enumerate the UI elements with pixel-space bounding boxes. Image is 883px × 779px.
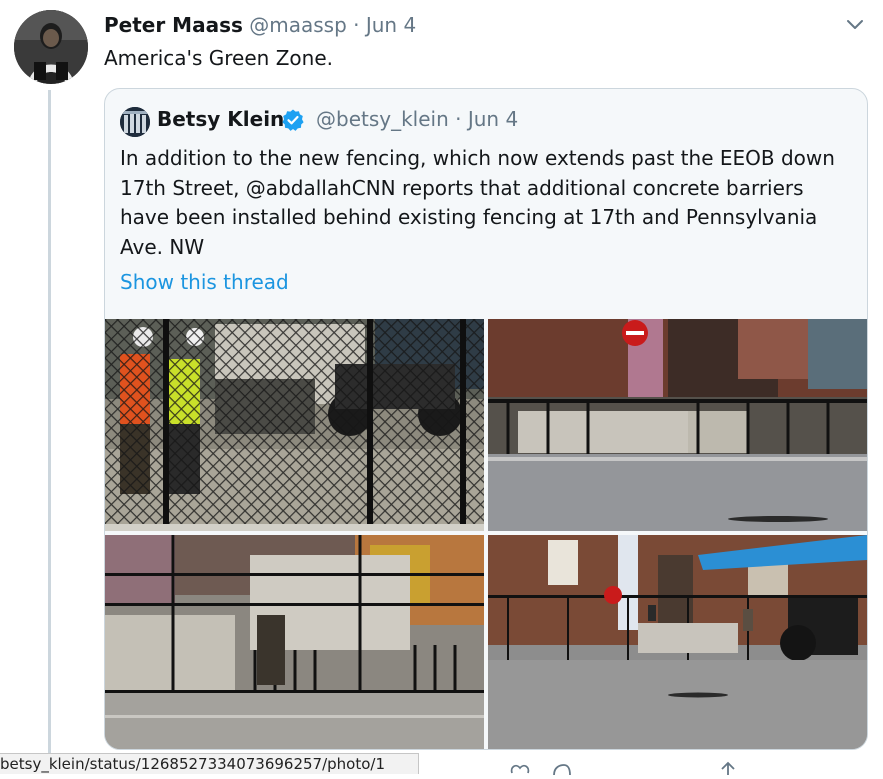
- show-thread-link[interactable]: Show this thread: [120, 269, 289, 295]
- barrier-closeup-photo: [105, 535, 484, 749]
- quoted-text-line: have been installed behind existing fenc…: [120, 205, 818, 229]
- tweet-text: America's Green Zone.: [104, 46, 333, 70]
- photo-grid: [105, 319, 867, 749]
- tweet-date[interactable]: Jun 4: [366, 13, 416, 37]
- share-icon[interactable]: [716, 760, 740, 775]
- verified-badge-icon: [281, 108, 305, 132]
- author-handle[interactable]: @maassp: [249, 13, 347, 37]
- quoted-author-handle[interactable]: @betsy_klein: [316, 107, 449, 131]
- quoted-date[interactable]: Jun 4: [468, 107, 518, 131]
- tweet-header: Peter Maass @maassp · Jun 4: [104, 12, 416, 38]
- quoted-text-line: In addition to the new fencing, which no…: [120, 146, 835, 170]
- quoted-text-line: 17th Street, @abdallahCNN reports that a…: [120, 175, 804, 200]
- author-name[interactable]: Peter Maass: [104, 13, 243, 37]
- avatar[interactable]: [14, 10, 88, 84]
- browser-status-bar: betsy_klein/status/1268527334073696257/p…: [0, 753, 419, 774]
- chevron-down-icon[interactable]: [845, 14, 865, 34]
- quoted-tweet-card[interactable]: Betsy Klein @betsy_klein · Jun 4 In addi…: [104, 88, 868, 750]
- photo-3[interactable]: [105, 535, 484, 749]
- photo-2[interactable]: [488, 319, 867, 531]
- quoted-text-line: Ave. NW: [120, 234, 205, 259]
- quoted-author-name[interactable]: Betsy Klein: [157, 106, 284, 132]
- workers-fence-photo: [105, 319, 484, 531]
- reply-icon[interactable]: [550, 760, 574, 776]
- header-separator: ·: [353, 13, 360, 37]
- heart-icon[interactable]: [508, 760, 532, 774]
- photo-1[interactable]: [105, 319, 484, 531]
- thread-connector-line: [48, 90, 51, 773]
- photo-4[interactable]: [488, 535, 867, 749]
- barriers-street-photo: [488, 319, 867, 531]
- quoted-avatar[interactable]: [120, 107, 150, 137]
- quoted-tweet-text: In addition to the new fencing, which no…: [120, 144, 855, 262]
- quoted-meta: @betsy_klein · Jun 4: [316, 106, 518, 132]
- gallery-crane-photo: [488, 535, 867, 749]
- quoted-separator: ·: [455, 107, 462, 131]
